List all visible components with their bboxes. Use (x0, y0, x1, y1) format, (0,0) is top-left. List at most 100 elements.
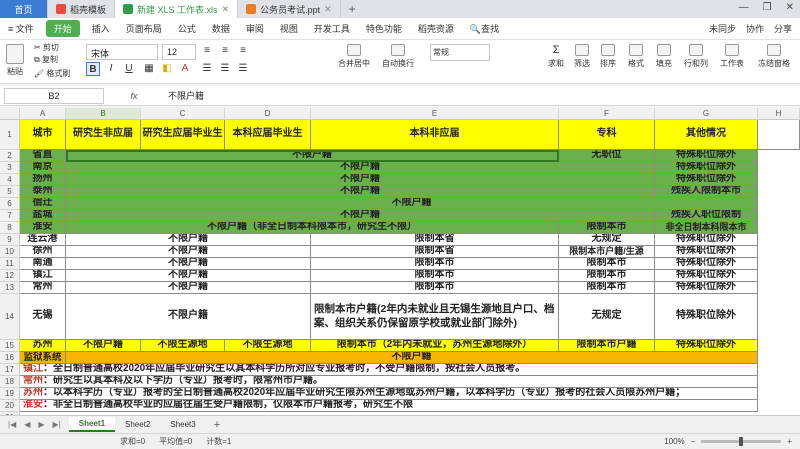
minimize-icon[interactable]: — (739, 2, 749, 13)
tab-home[interactable]: 首页 (0, 0, 48, 18)
merged-cell[interactable]: 不限户籍 (66, 294, 311, 340)
empty-cell[interactable] (758, 120, 800, 150)
row-header[interactable]: 17 (0, 364, 20, 376)
table-header-cell[interactable]: 专科 (559, 120, 655, 150)
zoom-slider-thumb[interactable] (739, 437, 744, 446)
tab-xls-workbook[interactable]: 新建 XLS 工作表.xls ✕ (115, 0, 239, 18)
close-window-icon[interactable]: ✕ (786, 2, 794, 13)
table-cell[interactable]: 无规定 (559, 234, 655, 246)
row-header[interactable]: 1 (0, 120, 20, 150)
merged-cell[interactable]: 不限户籍 (66, 198, 758, 210)
border-icon[interactable]: ▦ (142, 62, 156, 76)
autosum-button[interactable]: Σ 求和 (548, 44, 564, 69)
column-header-g[interactable]: G (655, 108, 758, 120)
menu-formulas[interactable]: 公式 (170, 22, 204, 35)
sort-button[interactable]: 排序 (600, 44, 616, 69)
row-header[interactable]: 20 (0, 400, 20, 412)
table-cell[interactable]: 特殊职位除外 (655, 340, 758, 352)
table-cell-wrapped[interactable]: 限制本市户籍(2年内未就业且无锡生源地且户口、档案、组织关系仍保留原学校或就业部… (311, 294, 559, 340)
table-cell[interactable]: 限制本市 (311, 282, 559, 294)
city-cell[interactable]: 盐城 (20, 210, 66, 222)
menu-view[interactable]: 视图 (272, 22, 306, 35)
table-cell[interactable]: 特殊职位除外 (655, 282, 758, 294)
merged-cell[interactable]: 不限户籍 (66, 174, 655, 186)
note-row[interactable]: 镇江 ：全日制普通高校2020年应届毕业研究生以其本科学历所对应专业报考时，不受户… (20, 364, 758, 376)
merged-cell[interactable]: 不限户籍 (66, 282, 311, 294)
column-header-e[interactable]: E (311, 108, 559, 120)
table-cell[interactable]: 限制本市户籍/生源 (559, 246, 655, 258)
menu-data[interactable]: 数据 (204, 22, 238, 35)
font-size-select[interactable]: 12 (162, 44, 196, 60)
city-cell[interactable]: 连云港 (20, 234, 66, 246)
table-cell[interactable]: 限制本市 (559, 222, 655, 234)
note-row[interactable]: 淮安 ：非全日制普通高校毕业的应届往届生受户籍限制，仅限本市户籍报考，研究生不限 (20, 400, 758, 412)
fx-icon[interactable]: fx (104, 91, 164, 101)
row-header[interactable]: 15 (0, 340, 20, 352)
row-header[interactable]: 9 (0, 234, 20, 246)
font-family-select[interactable]: 宋体 (86, 44, 158, 60)
table-cell[interactable]: 非全日制本科限本市 (655, 222, 758, 234)
zoom-in-icon[interactable]: + (787, 437, 792, 446)
fill-color-icon[interactable]: ◧ (160, 62, 174, 76)
first-sheet-icon[interactable]: |◀ (8, 420, 16, 429)
merged-cell-selected[interactable]: 不限户籍 (66, 150, 559, 162)
column-header-a[interactable]: A (20, 108, 66, 120)
tab-docer-templates[interactable]: 稻壳模板 (48, 0, 116, 18)
menu-features[interactable]: 特色功能 (358, 22, 410, 35)
table-cell[interactable]: 特殊职位除外 (655, 294, 758, 340)
table-cell[interactable]: 限制本省 (311, 234, 559, 246)
menu-page-layout[interactable]: 页面布局 (118, 22, 170, 35)
table-header-cell[interactable]: 其他情况 (655, 120, 758, 150)
merged-cell[interactable]: 不限户籍 (66, 270, 311, 282)
format-painter-button[interactable]: 🖌 格式刷 (34, 68, 70, 79)
row-header[interactable]: 13 (0, 282, 20, 294)
city-cell[interactable]: 南京 (20, 162, 66, 174)
merged-cell[interactable]: 不限户籍（非全日制本科限本市，研究生不限） (66, 222, 559, 234)
merged-cell[interactable]: 不限户籍 (66, 258, 311, 270)
table-cell[interactable]: 不限生源地 (225, 340, 311, 352)
table-cell[interactable]: 不限生源地 (141, 340, 225, 352)
align-left-icon[interactable]: ☰ (200, 62, 214, 76)
prev-sheet-icon[interactable]: ◀ (24, 420, 30, 429)
city-cell[interactable]: 宿迁 (20, 198, 66, 210)
row-header[interactable]: 16 (0, 352, 20, 364)
table-cell[interactable]: 残疾人限制本市 (655, 186, 758, 198)
fill-button[interactable]: 填充 (656, 44, 672, 69)
align-middle-icon[interactable]: ≡ (218, 44, 232, 58)
italic-button[interactable]: I (104, 62, 118, 76)
table-cell[interactable]: 限制本市（2年内未就业，苏州生源地除外） (311, 340, 559, 352)
paste-button[interactable]: 粘贴 (6, 44, 24, 77)
freeze-panes-button[interactable]: 冻结窗格 (758, 44, 790, 69)
wrap-text-button[interactable]: 自动换行 (382, 44, 414, 69)
menu-start[interactable]: 开始 (45, 20, 80, 37)
row-col-button[interactable]: 行和列 (684, 44, 708, 69)
underline-button[interactable]: U (122, 62, 136, 76)
merge-center-button[interactable]: 合并居中 (338, 44, 370, 69)
row-header[interactable]: 8 (0, 222, 20, 234)
menu-developer[interactable]: 开发工具 (306, 22, 358, 35)
table-cell[interactable]: 特殊职位除外 (655, 234, 758, 246)
table-cell[interactable]: 残疾人职位限制 (655, 210, 758, 222)
add-sheet-button[interactable]: + (206, 419, 228, 431)
sheet-tab-1[interactable]: Sheet1 (68, 417, 116, 432)
table-cell[interactable]: 限制本市 (559, 270, 655, 282)
table-cell[interactable]: 特殊职位除外 (655, 246, 758, 258)
city-cell[interactable]: 无锡 (20, 294, 66, 340)
city-cell[interactable]: 淮安 (20, 222, 66, 234)
collaborate-button[interactable]: 协作 (746, 22, 764, 35)
table-cell[interactable]: 限制本市户籍 (559, 340, 655, 352)
table-header-cell[interactable]: 城市 (20, 120, 66, 150)
align-center-icon[interactable]: ☰ (218, 62, 232, 76)
row-header[interactable]: 14 (0, 294, 20, 340)
table-cell[interactable]: 限制本市 (559, 258, 655, 270)
formula-input[interactable]: 不限户籍 (164, 89, 204, 102)
table-cell[interactable]: 无职位 (559, 150, 655, 162)
row-header[interactable]: 10 (0, 246, 20, 258)
spreadsheet-grid[interactable]: A B C D E F G H 1 2 3 4 5 6 7 8 9 10 11 … (0, 108, 800, 415)
column-header-b[interactable]: B (66, 108, 141, 120)
merged-cell[interactable]: 不限户籍 (66, 162, 655, 174)
city-cell[interactable]: 泰州 (20, 186, 66, 198)
format-button[interactable]: 格式 (628, 44, 644, 69)
menu-review[interactable]: 审阅 (238, 22, 272, 35)
next-sheet-icon[interactable]: ▶ (38, 420, 44, 429)
